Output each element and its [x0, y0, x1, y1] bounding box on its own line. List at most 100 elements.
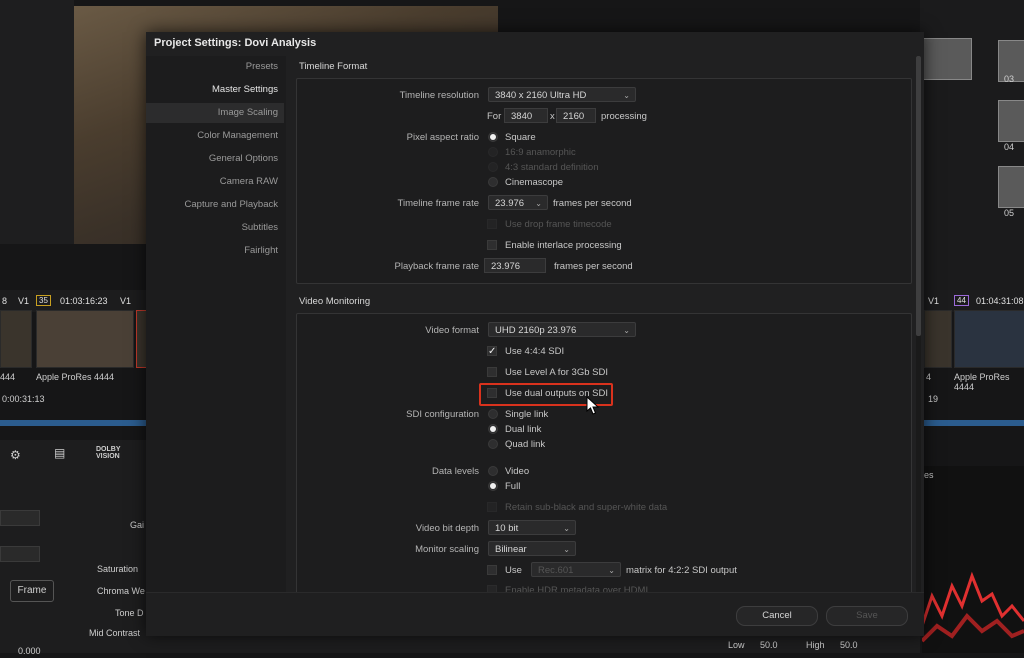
- option-full: Full: [505, 481, 521, 492]
- node-thumb[interactable]: [998, 100, 1024, 142]
- gear-icon[interactable]: ⚙: [10, 448, 21, 462]
- track-label: V1: [928, 296, 940, 306]
- use-matrix-checkbox[interactable]: [487, 565, 497, 575]
- sidebar-item-master-settings[interactable]: Master Settings: [148, 84, 278, 95]
- timeline-framerate-value: 23.976: [495, 198, 525, 209]
- drop-frame-checkbox[interactable]: [487, 219, 497, 229]
- sidebar-item-color-management[interactable]: Color Management: [148, 130, 278, 141]
- use-level-a-checkbox[interactable]: [487, 367, 497, 377]
- timeline-resolution-select[interactable]: 3840 x 2160 Ultra HD ⌄: [488, 87, 636, 102]
- option-standard-def: 4:3 standard definition: [505, 162, 599, 173]
- param-label: Tone D: [115, 608, 144, 618]
- option-cinemascope: Cinemascope: [505, 177, 564, 188]
- clip-badge: 35: [36, 295, 51, 306]
- video-format-select[interactable]: UHD 2160p 23.976 ⌄: [488, 322, 636, 337]
- chevron-down-icon: ⌄: [563, 545, 570, 554]
- playback-fps-label: frames per second: [554, 261, 633, 272]
- timeline-resolution-value: 3840 x 2160 Ultra HD: [495, 90, 587, 101]
- sidebar-item-presets[interactable]: Presets: [148, 61, 278, 72]
- timeline-track: [0, 420, 146, 426]
- radio-square[interactable]: [488, 132, 498, 142]
- cancel-button[interactable]: Cancel: [736, 606, 818, 626]
- playback-framerate-input[interactable]: 23.976: [484, 258, 546, 273]
- scrollbar-thumb[interactable]: [916, 56, 921, 336]
- high-value: 50.0: [840, 640, 858, 650]
- sidebar-item-general-options[interactable]: General Options: [148, 153, 278, 164]
- x-label: x: [550, 111, 555, 122]
- clip-label: Apple ProRes 4444: [954, 372, 1010, 392]
- scope-display: es: [920, 466, 1024, 653]
- matrix-label: matrix for 4:2:2 SDI output: [626, 565, 737, 576]
- sidebar-item-camera-raw[interactable]: Camera RAW: [148, 176, 278, 187]
- frame-button[interactable]: Frame: [10, 580, 54, 602]
- clip-thumbnail[interactable]: [0, 310, 32, 368]
- monitor-scaling-select[interactable]: Bilinear ⌄: [488, 541, 576, 556]
- bit-depth-value: 10 bit: [495, 523, 519, 534]
- use-dual-outputs-checkbox[interactable]: [487, 388, 497, 398]
- interlace-label: Enable interlace processing: [505, 240, 622, 251]
- option-anamorphic: 16:9 anamorphic: [505, 147, 576, 158]
- section-title-video-monitoring: Video Monitoring: [299, 296, 371, 307]
- radio-cinemascope[interactable]: [488, 177, 498, 187]
- high-label: High: [806, 640, 825, 650]
- option-single-link: Single link: [505, 409, 549, 420]
- radio-full[interactable]: [488, 481, 498, 491]
- clip-label: Apple ProRes 4444: [36, 372, 115, 382]
- scope-label: es: [924, 470, 934, 480]
- retain-checkbox[interactable]: [487, 502, 497, 512]
- mini-timecode: 19: [928, 394, 939, 404]
- pixel-aspect-label: Pixel aspect ratio: [406, 132, 479, 143]
- radio-video[interactable]: [488, 466, 498, 476]
- node-label: 04: [1004, 142, 1015, 152]
- sidebar-item-fairlight[interactable]: Fairlight: [148, 245, 278, 256]
- clip-badge: 44: [954, 295, 969, 306]
- mini-timecode: 0:00:31:13: [2, 394, 45, 404]
- param-dropdown[interactable]: [0, 510, 40, 526]
- matrix-value: Rec.601: [538, 565, 574, 576]
- node-editor: 03 04 05: [920, 0, 1024, 290]
- sidebar-item-capture-playback[interactable]: Capture and Playback: [148, 199, 278, 210]
- clip-thumbnail[interactable]: [36, 310, 134, 368]
- radio-dual-link[interactable]: [488, 424, 498, 434]
- use-444-checkbox[interactable]: ✓: [487, 346, 497, 357]
- low-value: 50.0: [760, 640, 778, 650]
- use-level-a-label: Use Level A for 3Gb SDI: [505, 367, 608, 378]
- chevron-down-icon: ⌄: [563, 524, 570, 533]
- use-444-label: Use 4:4:4 SDI: [505, 346, 565, 357]
- bit-depth-select[interactable]: 10 bit ⌄: [488, 520, 576, 535]
- interlace-checkbox[interactable]: [487, 240, 497, 250]
- radio-quad-link[interactable]: [488, 439, 498, 449]
- matrix-select[interactable]: Rec.601 ⌄: [531, 562, 621, 577]
- processing-label: processing: [601, 111, 647, 122]
- video-format-value: UHD 2160p 23.976: [495, 325, 577, 336]
- radio-single-link[interactable]: [488, 409, 498, 419]
- timecode: 01:03:16:23: [60, 296, 108, 306]
- dialog-footer: Cancel Save: [146, 592, 924, 636]
- left-panel: [0, 0, 74, 244]
- radio-standard-def[interactable]: [488, 162, 498, 172]
- video-format-label: Video format: [425, 325, 479, 336]
- clip-thumbnail[interactable]: [924, 310, 952, 368]
- timeline-track: [924, 420, 1024, 426]
- save-button[interactable]: Save: [826, 606, 908, 626]
- chevron-down-icon: ⌄: [623, 326, 630, 335]
- node-thumb[interactable]: [998, 166, 1024, 208]
- param-label: Gai: [130, 520, 145, 530]
- width-input[interactable]: 3840: [504, 108, 548, 123]
- radio-anamorphic[interactable]: [488, 147, 498, 157]
- height-input[interactable]: 2160: [556, 108, 596, 123]
- sdi-config-label: SDI configuration: [406, 409, 479, 420]
- clip-thumbnail[interactable]: [954, 310, 1024, 368]
- waveform-graph: [920, 571, 1024, 643]
- track-label: V1: [18, 296, 30, 306]
- node-03[interactable]: [920, 38, 972, 80]
- track-label: V1: [120, 296, 132, 306]
- param-dropdown[interactable]: [0, 546, 40, 562]
- sidebar-item-image-scaling[interactable]: Image Scaling: [148, 107, 278, 118]
- scopes-icon[interactable]: ▤: [54, 446, 65, 460]
- timeline-framerate-select[interactable]: 23.976 ⌄: [488, 195, 548, 210]
- low-label: Low: [728, 640, 745, 650]
- drop-frame-label: Use drop frame timecode: [505, 219, 612, 230]
- sidebar-item-subtitles[interactable]: Subtitles: [148, 222, 278, 233]
- timeline-framerate-label: Timeline frame rate: [397, 198, 479, 209]
